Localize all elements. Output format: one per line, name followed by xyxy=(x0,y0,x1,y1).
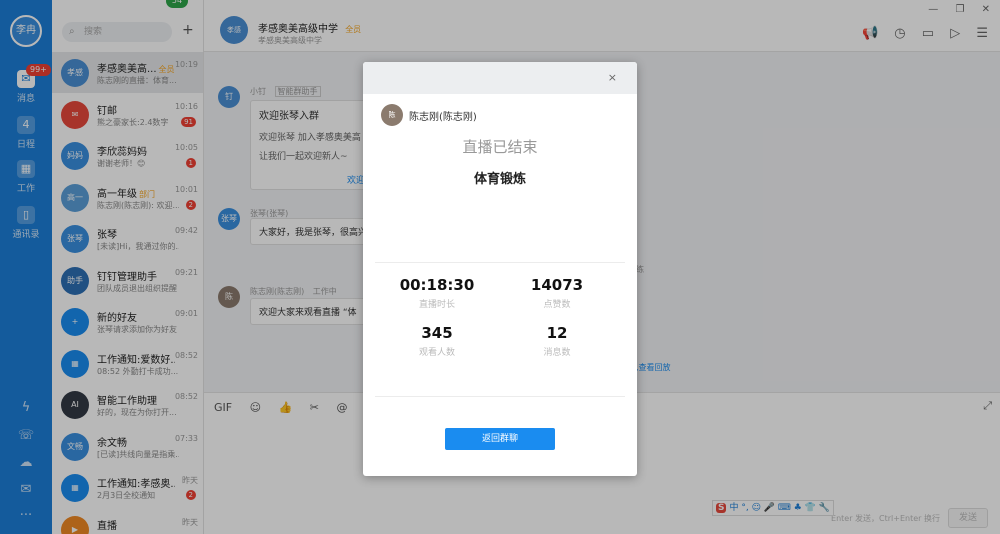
stat-duration: 00:18:30 直播时长 xyxy=(377,276,497,310)
stat-viewers-value: 345 xyxy=(421,324,453,342)
dialog-titlebar: × xyxy=(363,62,637,94)
stat-likes: 14073 点赞数 xyxy=(497,276,617,310)
host-name: 陈志刚(陈志刚) xyxy=(409,112,477,123)
stat-likes-label: 点赞数 xyxy=(543,300,571,310)
stat-duration-value: 00:18:30 xyxy=(399,276,475,294)
live-ended-dialog: × 陈 陈志刚(陈志刚) 直播已结束 体育锻炼 00:18:30 直播时长 14… xyxy=(363,62,637,476)
live-ended-status: 直播已结束 xyxy=(462,138,538,156)
close-icon[interactable]: × xyxy=(608,71,617,84)
stat-likes-value: 14073 xyxy=(530,276,584,294)
stat-viewers-label: 观看人数 xyxy=(418,348,455,358)
stat-messages: 12 消息数 xyxy=(497,324,617,358)
back-to-group-button[interactable]: 返回群聊 xyxy=(445,428,555,450)
stat-viewers: 345 观看人数 xyxy=(377,324,497,358)
divider-bottom xyxy=(375,396,625,397)
stat-messages-value: 12 xyxy=(546,324,568,342)
stat-duration-label: 直播时长 xyxy=(418,300,455,310)
stat-messages-label: 消息数 xyxy=(543,348,571,358)
live-title: 体育锻炼 xyxy=(473,172,526,187)
divider-top xyxy=(375,262,625,263)
host-avatar: 陈 xyxy=(381,104,403,126)
